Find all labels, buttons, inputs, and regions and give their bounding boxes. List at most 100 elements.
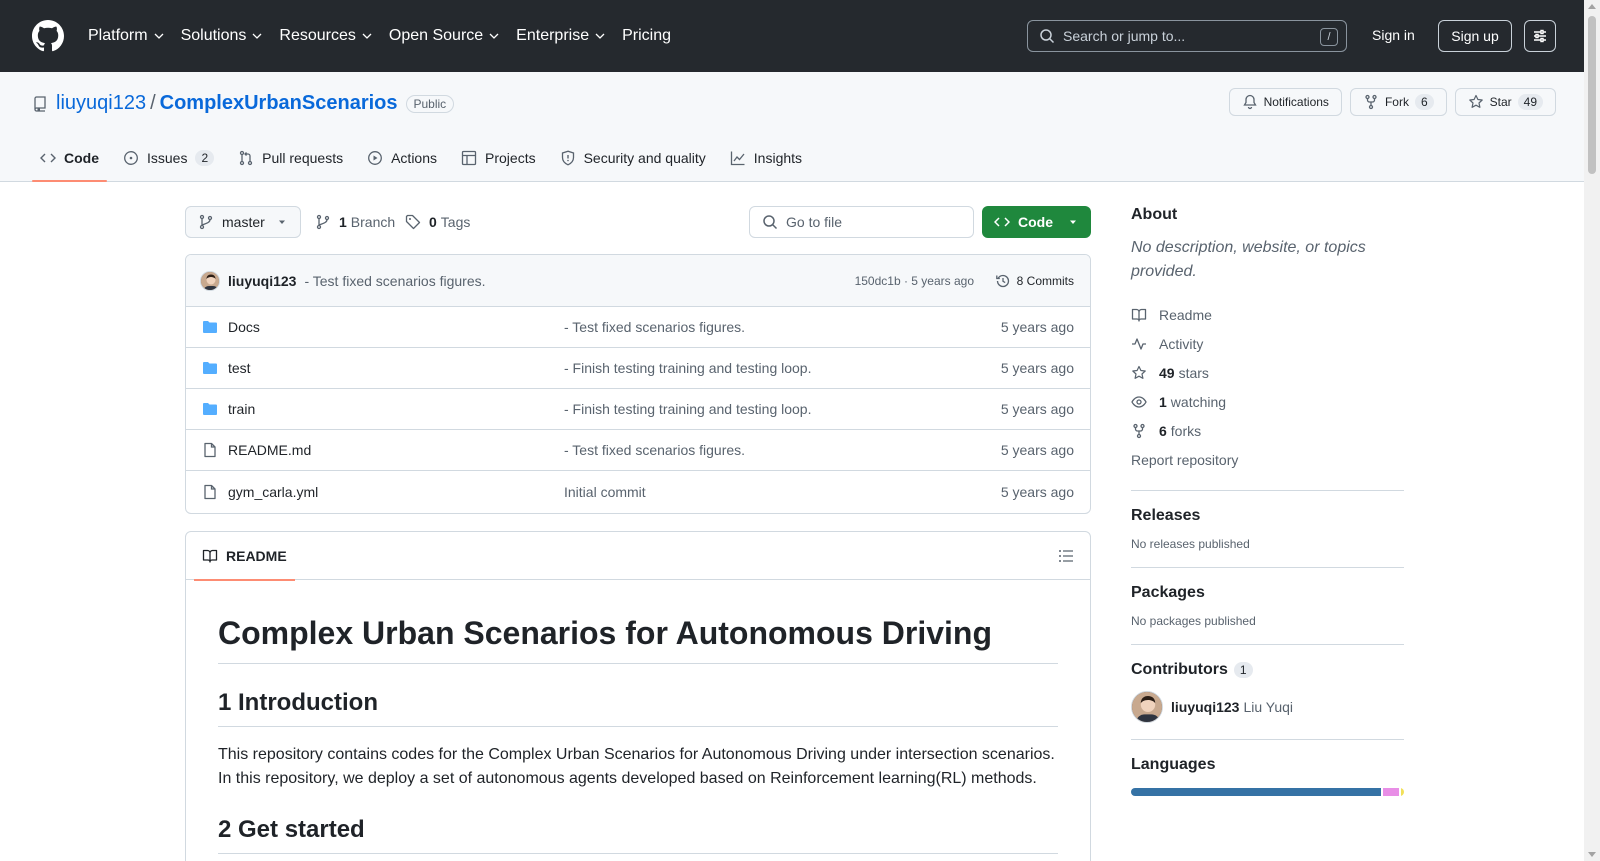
repo-owner-link[interactable]: liuyuqi123 — [56, 92, 146, 115]
tags-link[interactable]: 0 Tags — [405, 214, 470, 230]
commits-history-link[interactable]: 8 Commits — [995, 273, 1074, 289]
sliders-icon — [1534, 29, 1546, 43]
repo-name-link[interactable]: ComplexUrbanScenarios — [160, 92, 398, 115]
scroll-up-arrow-icon[interactable] — [1588, 4, 1596, 9]
outline-list-icon[interactable] — [1058, 548, 1074, 564]
nav-platform[interactable]: Platform — [88, 27, 165, 45]
star-button[interactable]: Star 49 — [1454, 88, 1556, 116]
scrollbar-thumb[interactable] — [1588, 16, 1596, 174]
tab-insights[interactable]: Insights — [722, 134, 810, 182]
page-scrollbar[interactable] — [1584, 0, 1600, 861]
readme-panel: README Complex Urban Scenarios for Auton… — [185, 531, 1091, 861]
go-to-file-input[interactable]: Go to file — [749, 206, 974, 238]
divider — [1131, 490, 1404, 491]
branch-selector[interactable]: master — [185, 206, 301, 238]
file-icon — [204, 484, 216, 499]
contributor-name: Liu Yuqi — [1243, 699, 1294, 715]
file-icon — [204, 442, 216, 458]
repo-description: No description, website, or topics provi… — [1131, 239, 1366, 280]
global-nav: Platform Solutions Resources Open Source… — [88, 24, 687, 48]
notifications-button[interactable]: Notifications — [1228, 88, 1342, 116]
table-row[interactable]: README.md - Test fixed scenarios figures… — [186, 430, 1090, 471]
file-name-link[interactable]: train — [228, 401, 255, 417]
file-name-link[interactable]: Docs — [228, 319, 260, 335]
packages-empty-text: No packages published — [1131, 614, 1256, 628]
contributor-item[interactable]: liuyuqi123 Liu Yuqi — [1131, 691, 1404, 723]
avatar[interactable] — [1131, 691, 1163, 723]
chevron-down-icon — [154, 33, 164, 39]
repo-tabs: Code Issues 2 Pull requests Actions Proj… — [32, 134, 818, 182]
sign-in-link[interactable]: Sign in — [1372, 27, 1415, 43]
repo-path-separator: / — [150, 92, 156, 114]
tab-projects[interactable]: Projects — [453, 134, 544, 182]
language-segment — [1383, 788, 1400, 796]
repo-actions: Notifications Fork 6 Star 49 — [1228, 88, 1556, 116]
nav-resources[interactable]: Resources — [279, 27, 372, 45]
branch-icon — [316, 214, 330, 230]
readme-tabbar: README — [186, 532, 1090, 581]
language-segment — [1401, 788, 1404, 796]
visibility-badge: Public — [405, 94, 455, 113]
commit-hash-age[interactable]: 150dc1b · 5 years ago — [855, 274, 974, 288]
contributors-heading[interactable]: Contributors 1 — [1131, 661, 1404, 679]
folder-icon — [203, 362, 217, 374]
tab-security[interactable]: Security and quality — [552, 134, 714, 182]
watchers-link[interactable]: 1 watching — [1131, 387, 1404, 416]
readme-content: Complex Urban Scenarios for Autonomous D… — [186, 613, 1090, 854]
readme-heading-title: Complex Urban Scenarios for Autonomous D… — [218, 613, 1058, 664]
caret-down-icon — [279, 220, 285, 224]
tab-code[interactable]: Code — [32, 134, 107, 182]
packages-heading[interactable]: Packages — [1131, 584, 1404, 602]
file-name-link[interactable]: test — [228, 360, 251, 376]
file-commit-message[interactable]: - Test fixed scenarios figures. — [564, 319, 745, 335]
readme-link[interactable]: Readme — [1131, 300, 1404, 329]
contributor-login[interactable]: liuyuqi123 — [1171, 699, 1239, 715]
search-input[interactable]: Search or jump to... / — [1027, 20, 1347, 52]
activity-link[interactable]: Activity — [1131, 329, 1404, 358]
scroll-down-arrow-icon[interactable] — [1588, 852, 1596, 857]
contributors-count: 1 — [1233, 662, 1253, 678]
tab-readme[interactable]: README — [194, 532, 295, 581]
languages-heading: Languages — [1131, 756, 1216, 773]
search-icon — [1040, 29, 1055, 44]
chevron-down-icon — [489, 33, 499, 39]
latest-commit: liuyuqi123 - Test fixed scenarios figure… — [186, 255, 1090, 307]
table-row[interactable]: gym_carla.yml Initial commit 5 years ago — [186, 471, 1090, 512]
commit-author-link[interactable]: liuyuqi123 — [228, 273, 296, 289]
branches-link[interactable]: 1 Branch — [315, 214, 395, 230]
file-commit-message[interactable]: - Finish testing training and testing lo… — [564, 360, 811, 376]
file-name-link[interactable]: README.md — [228, 442, 311, 458]
tab-pull-requests[interactable]: Pull requests — [230, 134, 351, 182]
file-age: 5 years ago — [1000, 360, 1074, 376]
fork-button[interactable]: Fork 6 — [1349, 88, 1447, 116]
menu-button[interactable] — [1524, 20, 1556, 52]
file-commit-message[interactable]: Initial commit — [564, 484, 646, 500]
repo-icon — [34, 95, 46, 112]
commit-message-link[interactable]: - Test fixed scenarios figures. — [304, 273, 485, 289]
sign-up-button[interactable]: Sign up — [1438, 20, 1512, 52]
divider — [1131, 739, 1404, 740]
table-row[interactable]: Docs - Test fixed scenarios figures. 5 y… — [186, 307, 1090, 348]
nav-solutions[interactable]: Solutions — [181, 27, 264, 45]
file-commit-message[interactable]: - Test fixed scenarios figures. — [564, 442, 745, 458]
folder-icon — [203, 321, 217, 333]
forks-link[interactable]: 6 forks — [1131, 416, 1404, 445]
table-row[interactable]: train - Finish testing training and test… — [186, 389, 1090, 430]
github-logo-icon[interactable] — [32, 20, 64, 52]
nav-enterprise[interactable]: Enterprise — [516, 27, 606, 45]
code-dropdown-button[interactable]: Code — [982, 206, 1091, 238]
tab-actions[interactable]: Actions — [359, 134, 445, 182]
readme-heading-get-started: 2 Get started — [218, 815, 1058, 854]
nav-pricing[interactable]: Pricing — [622, 27, 671, 45]
avatar[interactable] — [200, 270, 220, 291]
avatar-portrait-icon — [1132, 692, 1162, 722]
report-repository-link[interactable]: Report repository — [1131, 445, 1404, 474]
tab-issues[interactable]: Issues 2 — [115, 134, 222, 182]
file-name-link[interactable]: gym_carla.yml — [228, 484, 318, 500]
releases-heading[interactable]: Releases — [1131, 507, 1404, 525]
table-row[interactable]: test - Finish testing training and testi… — [186, 348, 1090, 389]
file-browser: liuyuqi123 - Test fixed scenarios figure… — [185, 254, 1091, 514]
file-commit-message[interactable]: - Finish testing training and testing lo… — [564, 401, 811, 417]
nav-open-source[interactable]: Open Source — [389, 27, 500, 45]
stars-link[interactable]: 49 stars — [1131, 358, 1404, 387]
